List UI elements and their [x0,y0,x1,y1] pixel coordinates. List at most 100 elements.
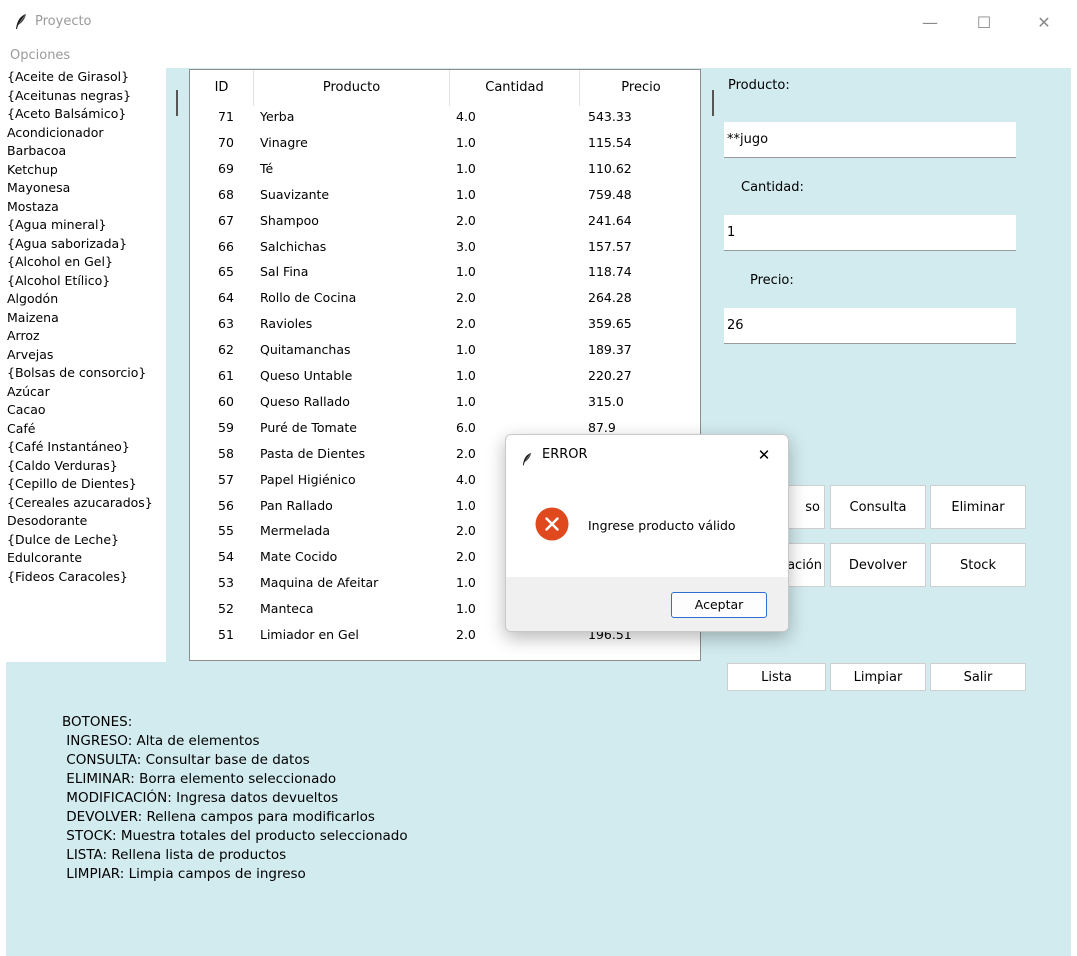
table-row[interactable]: 70 Vinagre 1.0 115.54 [190,130,700,156]
list-item[interactable]: Mostaza [6,198,166,217]
maximize-button[interactable]: ☐ [964,10,1004,36]
table-row[interactable]: 68 Suavizante 1.0 759.48 [190,182,700,208]
cell-id: 55 [218,523,234,539]
table-row[interactable]: 63 Ravioles 2.0 359.65 [190,311,700,337]
table-row[interactable]: 61 Queso Untable 1.0 220.27 [190,363,700,389]
list-item[interactable]: {Dulce de Leche} [6,531,166,550]
list-item[interactable]: {Caldo Verduras} [6,457,166,476]
consulta-button[interactable]: Consulta [830,485,926,529]
dialog-message: Ingrese producto válido [588,518,736,533]
table-row[interactable]: 66 Salchichas 3.0 157.57 [190,234,700,260]
cell-producto: Rollo de Cocina [260,290,357,306]
dialog-close-button[interactable]: ✕ [751,443,777,467]
column-header-precio[interactable]: Precio [580,70,700,106]
menu-bar [0,46,1077,68]
table-scroll-handle[interactable] [712,90,714,116]
cell-producto: Manteca [260,601,314,617]
precio-input[interactable]: 26 [724,308,1016,344]
close-button[interactable]: ✕ [1024,10,1064,36]
cell-producto: Mermelada [260,523,330,539]
cantidad-input[interactable]: 1 [724,215,1016,251]
list-scroll-handle[interactable] [176,90,178,116]
cell-id: 64 [218,290,234,306]
cell-id: 70 [218,134,234,150]
list-item[interactable]: {Aceitunas negras} [6,87,166,106]
cell-producto: Queso Untable [260,368,353,383]
list-item[interactable]: {Agua saborizada} [6,235,166,254]
cell-cantidad: 1.0 [456,393,476,409]
list-item[interactable]: {Aceite de Girasol} [6,68,166,87]
cell-cantidad: 2.0 [456,212,476,228]
stock-button[interactable]: Stock [930,543,1026,587]
product-listbox[interactable]: {Aceite de Girasol} {Aceitunas negras} {Ac… [6,68,166,662]
aceptar-button[interactable]: Aceptar [671,592,767,618]
column-header-id[interactable]: ID [190,70,254,106]
column-header-producto[interactable]: Producto [254,70,450,106]
list-item[interactable]: {Agua mineral} [6,216,166,235]
table-row[interactable]: 67 Shampoo 2.0 241.64 [190,208,700,234]
cell-cantidad: 1.0 [456,264,476,280]
error-dialog: ERROR ✕ Ingrese producto válido Aceptar [505,434,789,632]
minimize-button[interactable]: — [910,10,950,36]
cell-cantidad: 1.0 [456,186,476,202]
table-row[interactable]: 64 Rollo de Cocina 2.0 264.28 [190,285,700,311]
lista-button[interactable]: Lista [727,663,826,691]
cell-id: 67 [218,212,234,228]
list-item[interactable]: {Cepillo de Dientes} [6,475,166,494]
cell-precio: 315.0 [588,393,624,409]
cell-producto: Limiador en Gel [260,627,359,642]
cell-precio: 110.62 [588,160,632,176]
table-row[interactable]: 69 Té 1.0 110.62 [190,156,700,182]
producto-input[interactable]: **jugo [724,122,1016,158]
list-item[interactable]: Mayonesa [6,179,166,198]
list-item[interactable]: Edulcorante [6,549,166,568]
cell-producto: Maquina de Afeitar [260,575,379,591]
list-item[interactable]: {Alcohol en Gel} [6,253,166,272]
cantidad-label: Cantidad: [741,180,804,195]
cell-producto: Mate Cocido [260,549,338,565]
cell-producto: Puré de Tomate [260,419,357,435]
menu-opciones[interactable]: Opciones [10,48,70,63]
salir-button[interactable]: Salir [930,663,1026,691]
list-item[interactable]: {Cereales azucarados} [6,494,166,513]
limpiar-button[interactable]: Limpiar [830,663,926,691]
cell-id: 54 [218,549,234,565]
dialog-title: ERROR [542,447,588,462]
cell-cantidad: 2.0 [456,549,476,565]
list-item[interactable]: {Aceto Balsámico} [6,105,166,124]
cell-id: 69 [218,160,234,176]
list-item[interactable]: {Fideos Caracoles} [6,568,166,587]
list-item[interactable]: Azúcar [6,383,166,402]
eliminar-button[interactable]: Eliminar [930,485,1026,529]
cell-cantidad: 2.0 [456,316,476,332]
list-item[interactable]: {Café Instantáneo} [6,438,166,457]
list-item[interactable]: Maizena [6,309,166,328]
cell-producto: Suavizante [260,186,330,202]
devolver-button[interactable]: Devolver [830,543,926,587]
list-item[interactable]: Arroz [6,327,166,346]
cell-id: 53 [218,575,234,591]
list-item[interactable]: Acondicionador [6,124,166,143]
table-row[interactable]: 60 Queso Rallado 1.0 315.0 [190,389,700,415]
feather-icon [522,452,532,466]
precio-label: Precio: [750,273,794,288]
list-item[interactable]: Desodorante [6,512,166,531]
cell-producto: Pan Rallado [260,497,333,513]
table-row[interactable]: 71 Yerba 4.0 543.33 [190,104,700,130]
list-item[interactable]: {Alcohol Etílico} [6,272,166,291]
cell-precio: 759.48 [588,186,632,202]
cell-cantidad: 3.0 [456,238,476,254]
column-header-cantidad[interactable]: Cantidad [450,70,580,106]
cell-id: 60 [218,393,234,409]
list-item[interactable]: Arvejas [6,346,166,365]
list-item[interactable]: Café [6,420,166,439]
cell-producto: Papel Higiénico [260,471,356,487]
table-row[interactable]: 62 Quitamanchas 1.0 189.37 [190,337,700,363]
list-item[interactable]: {Bolsas de consorcio} [6,364,166,383]
cell-precio: 264.28 [588,290,632,306]
list-item[interactable]: Ketchup [6,161,166,180]
list-item[interactable]: Barbacoa [6,142,166,161]
table-row[interactable]: 65 Sal Fina 1.0 118.74 [190,259,700,285]
list-item[interactable]: Algodón [6,290,166,309]
list-item[interactable]: Cacao [6,401,166,420]
